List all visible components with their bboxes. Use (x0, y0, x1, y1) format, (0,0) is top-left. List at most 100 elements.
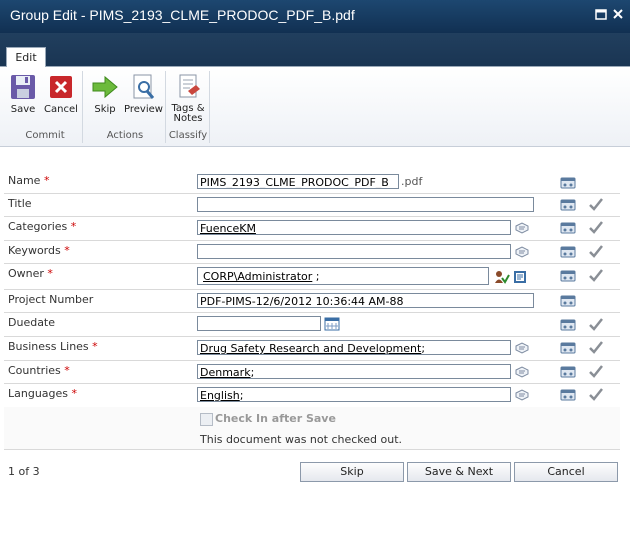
preview-ribbon-button[interactable]: Preview (124, 73, 163, 115)
business-lines-label: Business Lines (8, 340, 89, 353)
floppy-disk-icon (9, 73, 37, 101)
field-properties-icon[interactable] (560, 294, 576, 308)
business-lines-value: Drug Safety Research and Development (200, 342, 422, 355)
restore-icon[interactable] (595, 8, 607, 20)
field-properties-icon[interactable] (560, 365, 576, 379)
checkmark-icon[interactable] (588, 387, 604, 401)
browse-tags-icon[interactable] (514, 365, 530, 379)
field-properties-icon[interactable] (560, 176, 576, 190)
project-number-input[interactable]: PDF-PIMS-12/6/2012 10:36:44 AM-88 (197, 293, 534, 308)
form-row-project-number: Project Number PDF-PIMS-12/6/2012 10:36:… (4, 289, 620, 313)
browse-tags-icon[interactable] (514, 341, 530, 355)
ribbon-tab-strip: Edit (0, 33, 630, 68)
save-ribbon-button[interactable]: Save (8, 73, 38, 115)
arrow-right-icon (91, 73, 119, 101)
checkmark-icon[interactable] (588, 317, 604, 331)
required-mark: * (92, 340, 98, 353)
languages-input[interactable]: English; (197, 387, 511, 402)
owner-label: Owner (8, 267, 44, 280)
project-number-label: Project Number (8, 293, 94, 306)
ribbon: Save Cancel Commit Skip Preview Actions … (0, 67, 630, 147)
checkmark-icon[interactable] (588, 268, 604, 282)
form-row-checkin: Check In after Save This document was no… (4, 407, 620, 450)
categories-input[interactable]: FuenceKM (197, 220, 511, 235)
commit-group-label: Commit (25, 130, 65, 141)
group-divider (82, 71, 83, 143)
checkmark-icon[interactable] (588, 244, 604, 258)
required-mark: * (43, 174, 50, 187)
cancel-button[interactable]: Cancel (514, 462, 618, 482)
countries-separator: ; (250, 366, 255, 379)
close-icon[interactable] (612, 8, 624, 20)
field-properties-icon[interactable] (560, 341, 576, 355)
tags-notes-icon (174, 73, 202, 101)
title-bar: Group Edit - PIMS_2193_CLME_PRODOC_PDF_B… (0, 0, 630, 33)
form-row-business-lines: Business Lines * Drug Safety Research an… (4, 336, 620, 361)
checkmark-icon[interactable] (588, 197, 604, 211)
countries-label: Countries (8, 364, 61, 377)
owner-people-picker[interactable]: CORP\Administrator ; (197, 267, 489, 285)
file-extension: .pdf (401, 175, 423, 188)
tags-notes-ribbon-button[interactable]: Tags & Notes (170, 73, 206, 124)
languages-separator: ; (239, 389, 244, 402)
cancel-ribbon-button[interactable]: Cancel (44, 73, 78, 115)
browse-tags-icon[interactable] (514, 388, 530, 402)
form-row-name: Name * PIMS_2193_CLME_PRODOC_PDF_B .pdf (4, 170, 620, 194)
check-names-icon[interactable] (494, 270, 510, 284)
address-book-icon[interactable] (512, 270, 528, 284)
required-mark: * (47, 267, 53, 280)
save-next-button[interactable]: Save & Next (407, 462, 511, 482)
field-properties-icon[interactable] (560, 198, 576, 212)
checkin-checkbox[interactable] (200, 413, 213, 426)
required-mark: * (71, 387, 78, 400)
checkmark-icon[interactable] (588, 364, 604, 378)
tags-label-line2: Notes (173, 113, 203, 124)
actions-group-label: Actions (106, 130, 144, 141)
browse-tags-icon[interactable] (514, 245, 530, 259)
owner-value: CORP\Administrator (203, 270, 313, 283)
calendar-icon[interactable] (324, 317, 340, 331)
field-properties-icon[interactable] (560, 245, 576, 259)
duedate-input[interactable] (197, 316, 321, 331)
languages-value: English (200, 389, 240, 402)
skip-ribbon-button[interactable]: Skip (90, 73, 120, 115)
skip-button[interactable]: Skip (300, 462, 404, 482)
name-input[interactable]: PIMS_2193_CLME_PRODOC_PDF_B (197, 174, 399, 189)
business-lines-separator: ; (421, 342, 426, 355)
classify-group-label: Classify (168, 130, 208, 141)
field-properties-icon[interactable] (560, 318, 576, 332)
categories-label: Categories (8, 220, 68, 233)
form-row-categories: Categories * FuenceKM (4, 216, 620, 241)
tab-edit[interactable]: Edit (6, 47, 46, 68)
pager-text: 1 of 3 (8, 465, 40, 478)
business-lines-input[interactable]: Drug Safety Research and Development; (197, 340, 511, 355)
form-row-owner: Owner * CORP\Administrator ; (4, 263, 620, 290)
preview-label: Preview (124, 104, 163, 115)
checkmark-icon[interactable] (588, 220, 604, 234)
keywords-label: Keywords (8, 244, 61, 257)
form-row-keywords: Keywords * (4, 240, 620, 264)
group-divider (209, 71, 210, 143)
owner-separator: ; (312, 270, 320, 283)
field-properties-icon[interactable] (560, 388, 576, 402)
name-label: Name (8, 174, 41, 187)
keywords-input[interactable] (197, 244, 511, 259)
window-title: Group Edit - PIMS_2193_CLME_PRODOC_PDF_B… (10, 7, 355, 23)
countries-value: Denmark (200, 366, 251, 379)
countries-input[interactable]: Denmark; (197, 364, 511, 379)
checkin-label: Check In after Save (215, 412, 336, 425)
group-divider (165, 71, 166, 143)
checkmark-icon[interactable] (588, 340, 604, 354)
categories-value: FuenceKM (200, 222, 256, 235)
form-row-duedate: Duedate (4, 312, 620, 337)
save-label: Save (10, 104, 36, 115)
skip-label: Skip (94, 104, 116, 115)
browse-tags-icon[interactable] (514, 221, 530, 235)
field-properties-icon[interactable] (560, 221, 576, 235)
languages-label: Languages (8, 387, 69, 400)
title-input[interactable] (197, 197, 534, 212)
field-properties-icon[interactable] (560, 269, 576, 283)
form-row-title: Title (4, 193, 620, 217)
required-mark: * (64, 244, 70, 257)
cancel-label: Cancel (44, 104, 78, 115)
